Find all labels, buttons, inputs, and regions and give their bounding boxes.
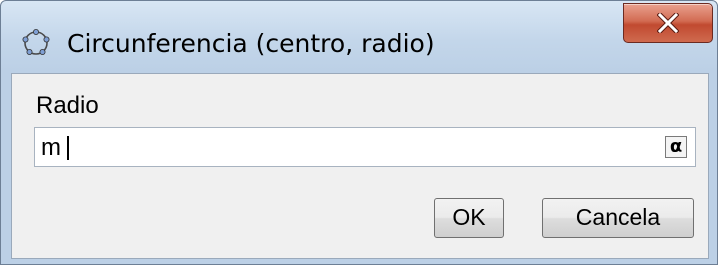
radius-label: Radio	[36, 92, 99, 119]
window-title: Circunferencia (centro, radio)	[67, 29, 435, 58]
close-icon	[657, 13, 679, 33]
radius-input[interactable]: m α	[34, 127, 696, 167]
dialog-content: Radio m α OK Cancela	[11, 73, 709, 259]
alpha-symbols-button[interactable]: α	[665, 136, 687, 158]
close-button[interactable]	[623, 3, 713, 43]
text-caret	[67, 136, 69, 160]
cancel-button[interactable]: Cancela	[542, 198, 694, 238]
title-bar[interactable]: Circunferencia (centro, radio)	[1, 1, 717, 73]
circle-through-points-icon	[21, 28, 51, 58]
dialog-window: Circunferencia (centro, radio) Radio m α…	[0, 0, 718, 265]
ok-button[interactable]: OK	[434, 198, 504, 238]
radius-input-value: m	[41, 134, 61, 161]
